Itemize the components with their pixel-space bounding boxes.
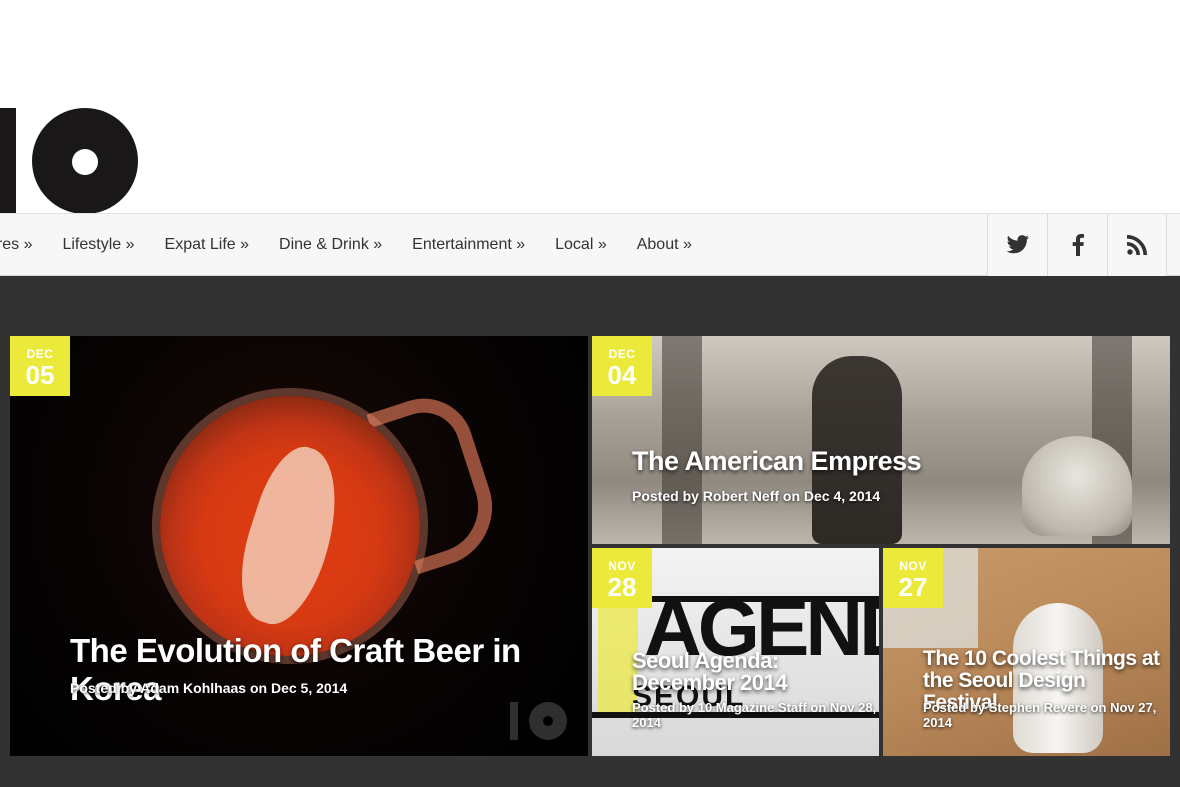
date-badge: DEC 05 bbox=[10, 336, 70, 396]
date-day: 04 bbox=[607, 360, 637, 390]
post-meta: Posted by Robert Neff on Dec 4, 2014 bbox=[632, 488, 881, 504]
date-day: 27 bbox=[898, 572, 928, 602]
nav-item-local[interactable]: Local » bbox=[555, 236, 607, 254]
twitter-button[interactable] bbox=[987, 214, 1047, 276]
logo-zero-hole bbox=[72, 149, 98, 175]
nav-menu: ures » Lifestyle » Expat Life » Dine & D… bbox=[0, 214, 722, 276]
nav-item-about[interactable]: About » bbox=[637, 236, 692, 254]
nav-item-expat-life[interactable]: Expat Life » bbox=[165, 236, 250, 254]
post-image-historic-photo bbox=[592, 336, 1170, 544]
featured-post-american-empress[interactable]: DEC 04 The American Empress Posted by Ro… bbox=[592, 336, 1170, 544]
rss-icon bbox=[1127, 235, 1147, 255]
date-day: 05 bbox=[25, 360, 55, 390]
post-meta: Posted by Adam Kohlhaas on Dec 5, 2014 bbox=[70, 680, 348, 696]
pillar-shape bbox=[662, 336, 702, 544]
facebook-button[interactable] bbox=[1047, 214, 1107, 276]
nav-item-dine-drink[interactable]: Dine & Drink » bbox=[279, 236, 382, 254]
nav-item-entertainment[interactable]: Entertainment » bbox=[412, 236, 525, 254]
nav-item-lifestyle[interactable]: Lifestyle » bbox=[62, 236, 134, 254]
date-month: DEC bbox=[26, 347, 54, 361]
nav-item-features[interactable]: ures » bbox=[0, 236, 32, 254]
date-month: NOV bbox=[899, 559, 927, 573]
date-badge: NOV 28 bbox=[592, 548, 652, 608]
logo-one-shape bbox=[0, 108, 16, 214]
featured-posts: DEC 05 The Evolution of Craft Beer in Ko… bbox=[0, 276, 1180, 787]
featured-post-design-festival[interactable]: NOV 27 The 10 Coolest Things at the Seou… bbox=[883, 548, 1170, 756]
post-title[interactable]: The Evolution of Craft Beer in Korea bbox=[70, 632, 580, 708]
social-links bbox=[987, 214, 1167, 276]
rss-button[interactable] bbox=[1107, 214, 1167, 276]
featured-post-seoul-agenda[interactable]: AGENDA SEOUL NOV 28 Seoul Agenda: Decemb… bbox=[592, 548, 879, 756]
post-meta: Posted by 10 Magazine Staff on Nov 28, 2… bbox=[632, 700, 877, 730]
post-meta: Posted by Stephen Revere on Nov 27, 2014 bbox=[923, 700, 1157, 730]
facebook-icon bbox=[1072, 234, 1084, 256]
date-month: DEC bbox=[608, 347, 636, 361]
site-logo[interactable] bbox=[0, 108, 140, 214]
site-header bbox=[0, 0, 1180, 214]
date-badge: DEC 04 bbox=[592, 336, 652, 396]
main-nav: ures » Lifestyle » Expat Life » Dine & D… bbox=[0, 213, 1180, 276]
twitter-icon bbox=[1006, 235, 1029, 254]
featured-post-craft-beer[interactable]: DEC 05 The Evolution of Craft Beer in Ko… bbox=[10, 336, 588, 756]
date-month: NOV bbox=[608, 559, 636, 573]
post-title[interactable]: Seoul Agenda: December 2014 bbox=[632, 650, 872, 694]
post-title[interactable]: The American Empress bbox=[632, 446, 1152, 477]
date-day: 28 bbox=[607, 572, 637, 602]
date-badge: NOV 27 bbox=[883, 548, 943, 608]
